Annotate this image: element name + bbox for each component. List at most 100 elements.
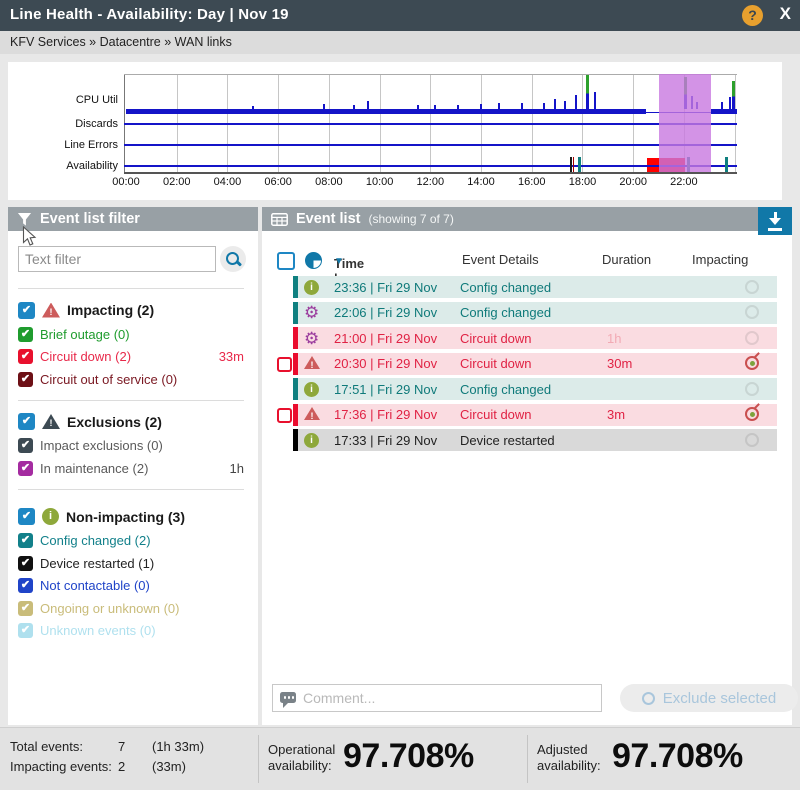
table-row[interactable]: ⚙21:00 | Fri 29 NovCircuit down1h [293,327,792,349]
filter-item[interactable]: ✔Circuit down (2)33m [8,346,258,369]
event-time: 20:30 | Fri 29 Nov [334,356,437,371]
chart-cpu-spike [323,104,325,109]
filter-item[interactable]: ✔Impact exclusions (0) [8,435,258,458]
chart-availability-tick [578,157,581,172]
checkbox[interactable]: ✔ [18,601,33,616]
chart-time-label: 20:00 [611,176,655,188]
event-time: 22:06 | Fri 29 Nov [334,305,437,320]
event-duration: 30m [607,356,632,371]
chart-time-label: 22:00 [662,176,706,188]
event-details: Config changed [460,305,551,320]
event-row[interactable]: i17:51 | Fri 29 NovConfig changed [293,378,777,400]
chart-row-label: Availability [8,160,118,172]
chart-cpu-spike [480,104,482,109]
table-row[interactable]: ⚙22:06 | Fri 29 NovConfig changed [293,302,792,324]
row-checkbox[interactable] [277,408,292,423]
checkbox[interactable]: ✔ [18,533,33,548]
chart-row-label: Discards [8,118,118,130]
chart-metric-line [124,165,737,167]
event-list-panel: Event list (showing 7 of 7) Time | Date … [262,207,792,725]
summary-bar: Total events: 7 (1h 33m) Impacting event… [0,727,800,790]
filter-section: ✔!Exclusions (2)✔Impact exclusions (0)✔I… [8,401,258,489]
filter-item-label: Circuit down (2) [40,349,131,364]
filter-section-label: Exclusions (2) [67,414,162,430]
checkbox[interactable]: ✔ [18,413,35,430]
chart-availability-tick [725,157,728,172]
event-row[interactable]: ⚙21:00 | Fri 29 NovCircuit down1h [293,327,777,349]
checkbox[interactable]: ✔ [18,508,35,525]
chart-time-label: 16:00 [510,176,554,188]
filter-item[interactable]: ✔Unknown events (0) [8,620,258,643]
filter-section-header: ✔!Exclusions (2) [8,409,258,435]
filter-item[interactable]: ✔Brief outage (0) [8,323,258,346]
info-icon: i [42,508,59,525]
filter-item[interactable]: ✔Ongoing or unknown (0) [8,597,258,620]
search-button[interactable] [220,246,246,272]
help-icon[interactable]: ? [742,5,763,26]
table-row[interactable]: i23:36 | Fri 29 NovConfig changed [293,276,792,298]
checkbox[interactable]: ✔ [18,578,33,593]
filter-item[interactable]: ✔Not contactable (0) [8,575,258,598]
checkbox[interactable]: ✔ [18,302,35,319]
non-impacting-ring-icon [745,305,759,322]
non-impacting-ring-icon [745,331,759,348]
total-events-label: Total events: [10,739,83,754]
filter-panel-title: Event list filter [40,211,140,227]
event-details: Circuit down [460,331,532,346]
event-row[interactable]: ⚙22:06 | Fri 29 NovConfig changed [293,302,777,324]
filter-sections: ✔!Impacting (2)✔Brief outage (0)✔Circuit… [8,289,258,651]
chart-time-label: 14:00 [459,176,503,188]
filter-funnel-icon [17,212,32,227]
event-row[interactable]: !17:36 | Fri 29 NovCircuit down3m [293,404,777,426]
filter-item[interactable]: ✔Device restarted (1) [8,552,258,575]
severity-pie-icon[interactable] [305,252,322,269]
event-details: Config changed [460,382,551,397]
event-severity-bar [293,276,298,298]
text-filter-input[interactable] [18,246,216,272]
row-checkbox[interactable] [277,357,292,372]
event-severity-bar [293,353,298,375]
filter-item[interactable]: ✔Circuit out of service (0) [8,368,258,391]
table-row[interactable]: i17:33 | Fri 29 NovDevice restarted [293,429,792,451]
column-impacting[interactable]: Impacting [692,252,748,267]
chart-top-border [124,74,737,75]
chart-time-label: 02:00 [155,176,199,188]
table-row[interactable]: !17:36 | Fri 29 NovCircuit down3m [293,404,792,426]
chart-cpu-spike [367,101,369,109]
event-duration: 1h [607,331,621,346]
chart-time-label: 00:00 [104,176,148,188]
checkbox[interactable]: ✔ [18,623,33,638]
filter-item[interactable]: ✔In maintenance (2)1h [8,457,258,480]
event-time: 17:33 | Fri 29 Nov [334,433,437,448]
comment-input[interactable] [272,684,602,712]
select-all-checkbox[interactable] [277,252,295,270]
exclude-selected-button[interactable]: Exclude selected [620,684,798,712]
sort-desc-icon: ▼ [334,256,344,267]
non-impacting-ring-icon [745,433,759,450]
checkbox[interactable]: ✔ [18,327,33,342]
table-row[interactable]: !20:30 | Fri 29 NovCircuit down30m [293,353,792,375]
event-row[interactable]: i17:33 | Fri 29 NovDevice restarted [293,429,777,451]
chart-time-label: 18:00 [560,176,604,188]
chart-cpu-spike [521,103,523,109]
warning-red-icon: ! [42,303,60,318]
mouse-cursor-icon [22,226,37,247]
non-impacting-ring-icon [745,280,759,297]
column-event-details[interactable]: Event Details [462,252,539,267]
checkbox[interactable]: ✔ [18,372,33,387]
event-row[interactable]: i23:36 | Fri 29 NovConfig changed [293,276,777,298]
chart-cpu-baseline [126,109,646,114]
chart-cpu-spike [457,105,459,109]
event-row[interactable]: !20:30 | Fri 29 NovCircuit down30m [293,353,777,375]
checkbox[interactable]: ✔ [18,461,33,476]
table-row[interactable]: i17:51 | Fri 29 NovConfig changed [293,378,792,400]
close-icon[interactable]: X [780,4,791,24]
event-details: Circuit down [460,356,532,371]
checkbox[interactable]: ✔ [18,349,33,364]
event-list-filter-panel: Event list filter ✔!Impacting (2)✔Brief … [8,207,258,725]
checkbox[interactable]: ✔ [18,438,33,453]
filter-item[interactable]: ✔Config changed (2) [8,530,258,553]
download-button[interactable] [758,207,792,235]
checkbox[interactable]: ✔ [18,556,33,571]
column-duration[interactable]: Duration [602,252,651,267]
